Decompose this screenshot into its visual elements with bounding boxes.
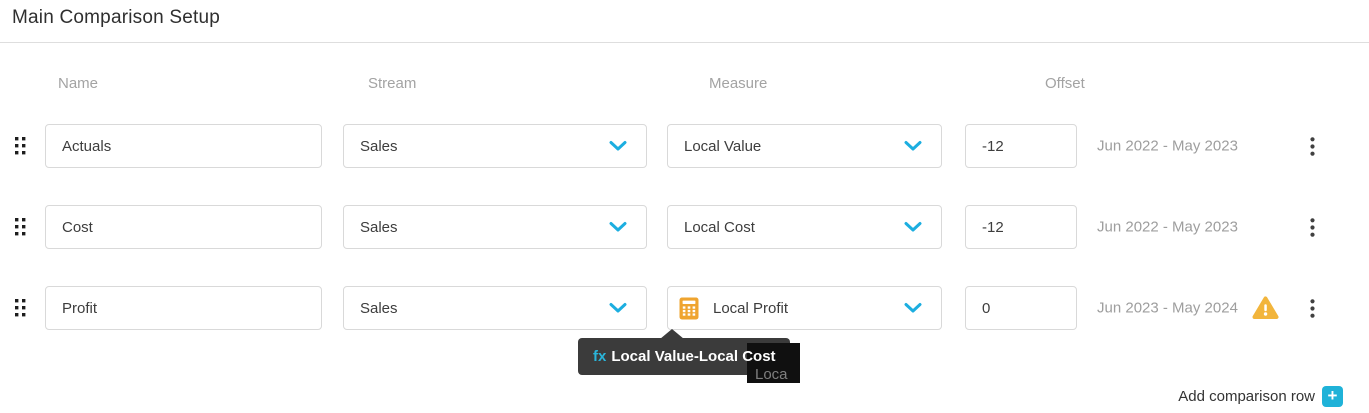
tooltip-arrow [660,329,684,339]
date-range: Jun 2022 - May 2023 [1097,138,1238,155]
stream-select-value: Sales [360,219,398,236]
warning-icon[interactable] [1252,296,1279,320]
stream-select-value: Sales [360,138,398,155]
drag-handle-icon[interactable] [15,137,27,155]
kebab-menu-icon[interactable] [1300,294,1324,322]
offset-input[interactable] [965,205,1077,249]
chevron-down-icon [904,303,922,314]
column-header-offset: Offset [1045,75,1085,92]
comparison-row-cost: Sales Local Cost Jun 2022 - May 2023 [0,205,1369,249]
kebab-menu-icon[interactable] [1300,213,1324,241]
page-title: Main Comparison Setup [12,7,220,29]
stream-select[interactable]: Sales [343,286,647,330]
title-divider [0,42,1369,43]
date-range: Jun 2023 - May 2024 [1097,300,1238,317]
chevron-down-icon [904,222,922,233]
column-header-measure: Measure [709,75,767,92]
comparison-row-profit: Sales Local Profit Jun 2023 - May 2024 [0,286,1369,330]
measure-select[interactable]: Local Value [667,124,942,168]
stream-select[interactable]: Sales [343,205,647,249]
add-row-plus-button[interactable]: + [1322,386,1343,407]
chevron-down-icon [609,222,627,233]
drag-handle-icon[interactable] [15,218,27,236]
column-header-stream: Stream [368,75,416,92]
fx-icon: fx [593,348,606,365]
chevron-down-icon [904,141,922,152]
tooltip-clipped-text: Loca [755,366,788,383]
column-header-name: Name [58,75,98,92]
tooltip-content: fx Local Value-Local Cost [593,348,776,365]
name-input[interactable] [45,205,322,249]
measure-select-value: Local Value [684,138,761,155]
measure-select[interactable]: Local Cost [667,205,942,249]
measure-select-value: Local Profit [713,300,788,317]
name-input[interactable] [45,286,322,330]
calculator-formula-icon[interactable] [679,297,699,320]
add-comparison-row-label: Add comparison row [1178,388,1315,405]
add-comparison-row-control[interactable]: Add comparison row + [1178,385,1343,407]
offset-input[interactable] [965,124,1077,168]
comparison-row-actuals: Sales Local Value Jun 2022 - May 2023 [0,124,1369,168]
tooltip-formula-text: Local Value-Local Cost [611,348,775,365]
kebab-menu-icon[interactable] [1300,132,1324,160]
stream-select-value: Sales [360,300,398,317]
chevron-down-icon [609,141,627,152]
offset-input[interactable] [965,286,1077,330]
measure-select[interactable]: Local Profit [667,286,942,330]
chevron-down-icon [609,303,627,314]
date-range: Jun 2022 - May 2023 [1097,219,1238,236]
drag-handle-icon[interactable] [15,299,27,317]
name-input[interactable] [45,124,322,168]
measure-select-value: Local Cost [684,219,755,236]
stream-select[interactable]: Sales [343,124,647,168]
plus-icon: + [1328,387,1338,404]
